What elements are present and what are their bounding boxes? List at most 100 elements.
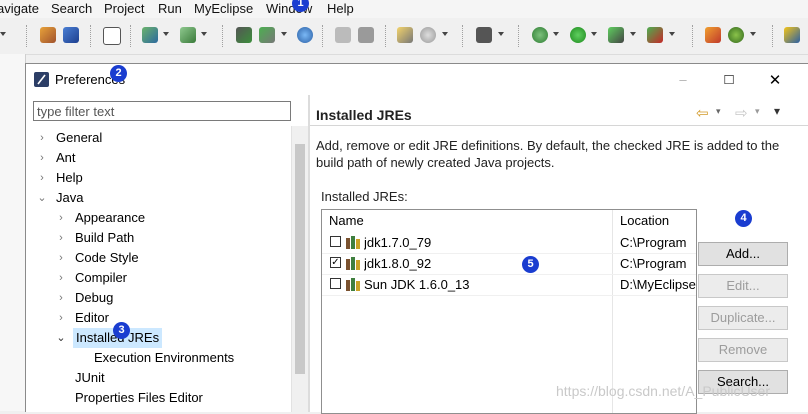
table-row[interactable]: ✓ jdk1.8.0_92 C:\Program [322, 253, 696, 275]
jre-name: jdk1.7.0_79 [364, 235, 432, 250]
new-class-icon[interactable] [705, 27, 721, 43]
tree-item-code-style[interactable]: › Code Style [26, 248, 291, 268]
open-type-icon[interactable] [180, 27, 196, 43]
tree-item-general[interactable]: › General [26, 128, 291, 148]
toolbar-separator [385, 25, 387, 47]
chevron-right-icon[interactable]: › [56, 208, 66, 228]
chevron-right-icon[interactable]: › [56, 268, 66, 288]
new-wizard-icon[interactable] [142, 27, 158, 43]
history-icon[interactable] [358, 27, 374, 43]
dropdown-arrow-icon[interactable] [163, 32, 169, 36]
run-icon[interactable] [570, 27, 586, 43]
new-package-icon[interactable] [728, 27, 744, 43]
chevron-right-icon[interactable]: › [56, 228, 66, 248]
open-perspective-icon[interactable] [784, 27, 800, 43]
dropdown-arrow-icon[interactable] [442, 32, 448, 36]
dropdown-arrow-icon[interactable] [201, 32, 207, 36]
toolbar-separator [692, 25, 694, 47]
tree-item-java[interactable]: ⌄ Java [26, 188, 291, 208]
minimize-button[interactable]: – [660, 64, 706, 95]
table-row[interactable]: jdk1.7.0_79 C:\Program [322, 232, 696, 254]
globe-icon[interactable] [297, 27, 313, 43]
tree-item-compiler[interactable]: › Compiler [26, 268, 291, 288]
dropdown-arrow-icon[interactable] [281, 32, 287, 36]
package-icon[interactable] [40, 27, 56, 43]
toolbar-separator [462, 25, 464, 47]
tree-item-label: Build Path [75, 230, 135, 245]
tree-item-editor[interactable]: › Editor [26, 308, 291, 328]
dropdown-arrow-icon[interactable] [669, 32, 675, 36]
tree-item-ant[interactable]: › Ant [26, 148, 291, 168]
jre-checkbox[interactable]: ✓ [330, 257, 341, 268]
dropdown-arrow-icon[interactable]: ▾ [716, 106, 721, 117]
back-arrow-icon[interactable]: ⇦ [696, 104, 709, 122]
toolbar-separator [322, 25, 324, 47]
console-icon[interactable] [103, 27, 121, 45]
add-jre-button[interactable]: Add... [698, 242, 788, 266]
dropdown-arrow-icon[interactable] [591, 32, 597, 36]
duplicate-jre-button[interactable]: Duplicate... [698, 306, 788, 330]
chevron-down-icon[interactable]: ⌄ [37, 188, 47, 208]
tree-item-label: JUnit [75, 370, 105, 385]
tree-item-properties-files-editor[interactable]: Properties Files Editor [26, 388, 291, 408]
tree-item-execution-environments[interactable]: Execution Environments [26, 348, 291, 368]
camera-icon[interactable] [476, 27, 492, 43]
edit-jre-button[interactable]: Edit... [698, 274, 788, 298]
filter-input[interactable] [33, 101, 291, 121]
tree-item-junit[interactable]: JUnit [26, 368, 291, 388]
deploy-icon[interactable] [259, 27, 275, 43]
chevron-down-icon[interactable]: ⌄ [56, 328, 66, 348]
tree-item-installed-jres[interactable]: ⌄ Installed JREs [26, 328, 291, 348]
menu-help[interactable]: Help [327, 0, 354, 17]
debug-icon[interactable] [532, 27, 548, 43]
toolbar-separator [26, 25, 28, 47]
menu-project[interactable]: Project [104, 0, 144, 17]
menu-search[interactable]: Search [51, 0, 92, 17]
chevron-right-icon[interactable]: › [56, 248, 66, 268]
dialog-titlebar: Preferences – □ ✕ [26, 64, 808, 95]
chevron-right-icon[interactable]: › [37, 128, 47, 148]
web-icon[interactable] [420, 27, 436, 43]
tree-scrollbar[interactable] [291, 126, 309, 412]
chevron-right-icon[interactable]: › [56, 288, 66, 308]
server-icon[interactable] [236, 27, 252, 43]
scrollbar-thumb[interactable] [295, 144, 305, 374]
run-config-icon[interactable] [608, 27, 624, 43]
chevron-right-icon[interactable]: › [37, 168, 47, 188]
remove-jre-button[interactable]: Remove [698, 338, 788, 362]
tree-item-label: Ant [56, 150, 76, 165]
view-menu-icon[interactable]: ▾ [774, 104, 780, 118]
dropdown-arrow-icon[interactable] [630, 32, 636, 36]
external-tools-icon[interactable] [647, 27, 663, 43]
callout-badge: 5 [522, 256, 539, 273]
dropdown-arrow-icon[interactable] [553, 32, 559, 36]
toolbar-separator [222, 25, 224, 47]
jre-checkbox[interactable] [330, 236, 341, 247]
toolbar [0, 18, 808, 55]
tree-item-appearance[interactable]: › Appearance [26, 208, 291, 228]
dropdown-arrow-icon[interactable] [0, 32, 6, 36]
dropdown-arrow-icon[interactable] [498, 32, 504, 36]
menu-myeclipse[interactable]: MyEclipse [194, 0, 253, 17]
tree-item-label: Code Style [75, 250, 139, 265]
tree-item-build-path[interactable]: › Build Path [26, 228, 291, 248]
dropdown-arrow-icon[interactable]: ▾ [755, 106, 760, 117]
forward-arrow-icon[interactable]: ⇨ [735, 104, 748, 122]
menu-run[interactable]: Run [158, 0, 182, 17]
back-nav-icon[interactable] [335, 27, 351, 43]
table-row[interactable]: Sun JDK 1.6.0_13 D:\MyEclipse [322, 274, 696, 296]
chevron-right-icon[interactable]: › [37, 148, 47, 168]
column-header-name[interactable]: Name [322, 210, 613, 232]
tree-item-help[interactable]: › Help [26, 168, 291, 188]
page-description: Add, remove or edit JRE definitions. By … [316, 138, 780, 170]
project-icon[interactable] [63, 27, 79, 43]
edit-icon[interactable] [397, 27, 413, 43]
maximize-button[interactable]: □ [706, 64, 752, 95]
dropdown-arrow-icon[interactable] [750, 32, 756, 36]
close-button[interactable]: ✕ [752, 64, 798, 95]
tree-item-debug[interactable]: › Debug [26, 288, 291, 308]
menu-navigate[interactable]: avigate [0, 0, 39, 17]
jre-checkbox[interactable] [330, 278, 341, 289]
column-header-location[interactable]: Location [613, 210, 696, 232]
chevron-right-icon[interactable]: › [56, 308, 66, 328]
